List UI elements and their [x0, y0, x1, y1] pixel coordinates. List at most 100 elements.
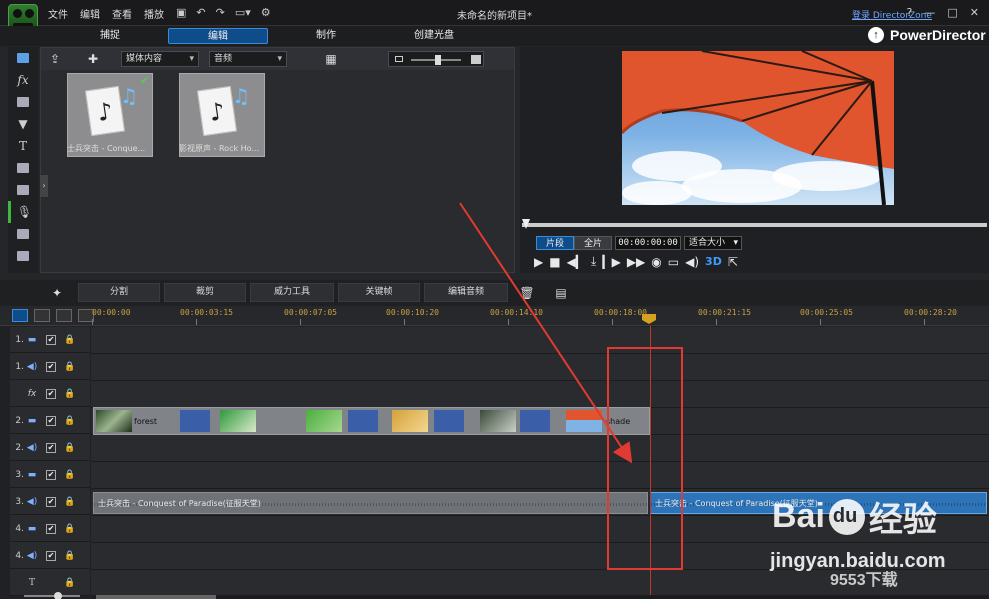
fit-size-select[interactable]: 适合大小 [684, 236, 742, 250]
stop-icon[interactable]: ■ [549, 255, 560, 269]
tab-clip[interactable]: 片段 [536, 236, 574, 250]
snapshot-camera-icon[interactable]: ◉ [651, 255, 661, 269]
external-display-icon[interactable]: ▭ [668, 255, 679, 269]
video-track-icon: ▬ [27, 334, 37, 345]
tab-create-disc[interactable]: 创建光盘 [384, 28, 484, 44]
ruler-label: 00:00:28:20 [904, 308, 957, 317]
menu-play[interactable]: 播放 [144, 6, 164, 21]
pip-room-icon[interactable] [8, 91, 38, 113]
audio-clip-1[interactable]: 士兵突击 - Conquest of Paradise(征服天堂) [93, 492, 648, 514]
power-tools-button[interactable]: 威力工具 [250, 283, 334, 302]
particle-room-icon[interactable]: ▼ [8, 113, 38, 135]
lock-icon[interactable]: 🔒 [64, 497, 75, 507]
track-enable-checkbox[interactable]: ✔ [46, 523, 56, 534]
clip-thumbnail [566, 410, 602, 432]
storyboard-view-icon[interactable] [34, 309, 50, 322]
video-track-icon: ▬ [27, 523, 37, 534]
track-enable-checkbox[interactable]: ✔ [46, 361, 56, 372]
fx-room-icon[interactable]: fx [8, 69, 38, 91]
ruler-label: 00:00:18:00 [594, 308, 647, 317]
clip-thumbnail [480, 410, 516, 432]
volume-icon[interactable]: ◀) [685, 255, 699, 269]
lock-icon[interactable]: 🔒 [64, 524, 75, 534]
timecode-display[interactable]: 00:00:00:00 [615, 236, 681, 250]
track-enable-checkbox[interactable]: ✔ [46, 388, 56, 399]
timeline-zoom-slider[interactable] [10, 592, 92, 599]
track-head-fx: fx ✔ 🔒 [10, 381, 90, 407]
preview-scrubber[interactable] [522, 219, 987, 229]
track-enable-checkbox[interactable]: ✔ [46, 469, 56, 480]
previous-frame-icon[interactable]: ◀▎ [567, 255, 585, 269]
mode-bar: 捕捉 编辑 制作 创建光盘 [0, 26, 989, 46]
brand: ↑ PowerDirector [868, 26, 986, 44]
media-caption-2: 影视原声 - Rock Ho... [179, 144, 260, 153]
lock-icon[interactable]: 🔒 [64, 578, 75, 588]
lock-icon[interactable]: 🔒 [64, 389, 75, 399]
track-enable-checkbox[interactable]: ✔ [46, 334, 56, 345]
lock-icon[interactable]: 🔒 [64, 470, 75, 480]
upgrade-arrow-icon[interactable]: ↑ [868, 27, 884, 43]
mark-in-icon[interactable]: ⤓ [591, 254, 596, 269]
undock-icon[interactable]: ⇱ [728, 255, 738, 269]
lock-icon[interactable]: 🔒 [64, 551, 75, 561]
grid-view-icon[interactable]: ▦ [323, 52, 339, 66]
library-collapse-handle[interactable]: › [40, 175, 48, 197]
track-enable-checkbox[interactable]: ✔ [46, 550, 56, 561]
menu-bar: 文件 编辑 查看 播放 [48, 6, 164, 21]
edit-audio-button[interactable]: 编辑音频 [424, 283, 508, 302]
music-notes-icon: ♫ [232, 84, 250, 108]
menu-file[interactable]: 文件 [48, 6, 68, 21]
help-icon[interactable]: ? [907, 6, 913, 19]
lock-icon[interactable]: 🔒 [64, 335, 75, 345]
tab-movie[interactable]: 全片 [574, 236, 612, 250]
lock-icon[interactable]: 🔒 [64, 416, 75, 426]
subtitle-room-icon[interactable] [8, 245, 38, 267]
tab-edit[interactable]: 编辑 [168, 28, 268, 44]
type-filter-select[interactable]: 音频 [209, 51, 287, 67]
track-headers: 1. ▬ ✔ 🔒 1. ◀) ✔ 🔒 fx ✔ 🔒 2. ▬ ✔ � [10, 327, 90, 596]
split-button[interactable]: 分割 [78, 283, 160, 302]
video-clip-strip[interactable]: forest shade [93, 407, 650, 435]
audio-mixing-room-icon[interactable] [8, 179, 38, 201]
timeline-ruler[interactable]: 00:00:00 00:00:03:15 00:00:07:05 00:00:1… [0, 306, 989, 326]
play-icon[interactable]: ▶ [534, 255, 543, 269]
voice-over-room-icon[interactable]: 🎙 [8, 201, 38, 223]
trim-button[interactable]: 裁剪 [164, 283, 246, 302]
redo-icon[interactable]: ↷ [216, 6, 225, 19]
delete-trash-icon[interactable]: 🗑 [518, 284, 536, 302]
minimize-icon[interactable]: — [924, 6, 935, 19]
transition-room-icon[interactable] [8, 157, 38, 179]
import-media-icon[interactable]: ⇪ [47, 52, 63, 66]
content-filter-select[interactable]: 媒体内容 [121, 51, 199, 67]
chapter-room-icon[interactable] [8, 223, 38, 245]
menu-edit[interactable]: 编辑 [80, 6, 100, 21]
menu-view[interactable]: 查看 [112, 6, 132, 21]
title-room-icon[interactable]: T [8, 135, 38, 157]
track-enable-checkbox[interactable]: ✔ [46, 415, 56, 426]
next-frame-icon[interactable]: ▎▶ [602, 255, 620, 269]
tab-capture[interactable]: 捕捉 [60, 28, 160, 44]
media-room-icon[interactable] [8, 47, 38, 69]
layout-icon[interactable]: ▭▾ [235, 6, 251, 19]
undo-icon[interactable]: ↶ [196, 6, 205, 19]
lock-icon[interactable]: 🔒 [64, 362, 75, 372]
track-enable-checkbox[interactable]: ✔ [46, 442, 56, 453]
tab-produce[interactable]: 制作 [276, 28, 376, 44]
keyframe-button[interactable]: 关键帧 [338, 283, 420, 302]
timeline-view-icon[interactable] [12, 309, 28, 322]
fast-forward-icon[interactable]: ▶▶ [627, 255, 645, 269]
track-manager-icon[interactable] [56, 309, 72, 322]
produce-range-icon[interactable]: ▤ [552, 284, 570, 302]
plugin-puzzle-icon[interactable]: ✚ [85, 52, 101, 66]
magic-tools-icon[interactable]: ✦ [48, 284, 66, 302]
close-icon[interactable]: ✕ [970, 6, 979, 19]
settings-gear-icon[interactable]: ⚙ [261, 6, 271, 19]
maximize-icon[interactable]: □ [947, 6, 957, 19]
track-enable-checkbox[interactable]: ✔ [46, 496, 56, 507]
3d-mode-icon[interactable]: 3D [705, 255, 722, 268]
save-icon[interactable]: ▣ [176, 6, 186, 19]
playhead-handle[interactable] [642, 314, 656, 324]
thumbnail-size-slider[interactable] [388, 51, 484, 67]
lock-icon[interactable]: 🔒 [64, 443, 75, 453]
watermark-brand: Bai 经验 [772, 492, 937, 541]
